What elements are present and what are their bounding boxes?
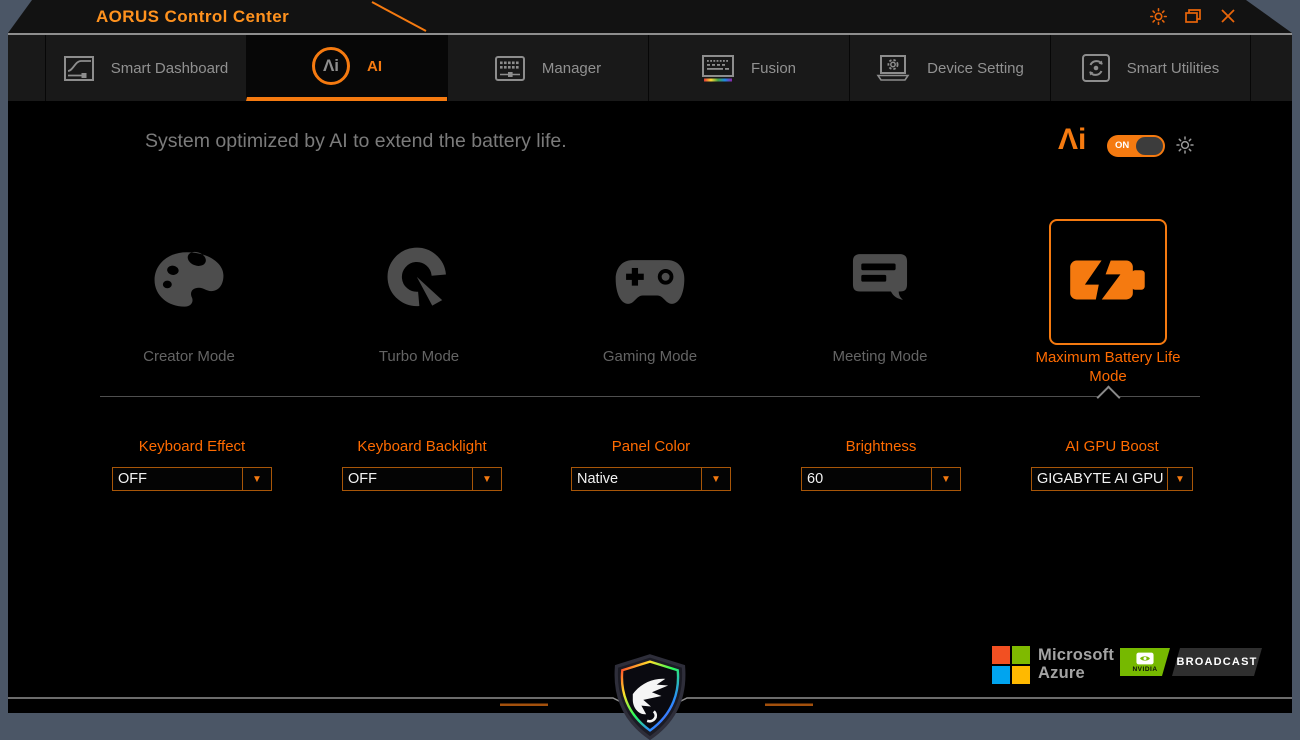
gaming-mode-icon[interactable] <box>608 256 692 313</box>
window-controls <box>1148 6 1238 26</box>
tab-label: Manager <box>541 59 602 77</box>
microsoft-azure-logo: Microsoft Azure <box>992 646 1114 684</box>
nvidia-logo: NVIDIA <box>1120 648 1170 676</box>
tab-device-setting[interactable]: Device Setting <box>849 35 1050 101</box>
ai-gpu-boost-dropdown[interactable]: GIGABYTE AI GPU ▼ <box>1031 467 1193 491</box>
ai-gpu-boost-label: AI GPU Boost <box>1065 438 1159 455</box>
maximum-battery-mode-button[interactable] <box>1049 219 1167 345</box>
tab-label: Device Setting <box>927 59 1024 77</box>
app-window: AORUS Control Center Smart Dashboard Λi … <box>0 0 1300 740</box>
maximum-battery-mode-label[interactable]: Maximum Battery Life Mode <box>1028 349 1188 387</box>
ai-tab-icon: Λi <box>312 47 350 85</box>
fusion-icon <box>701 54 734 82</box>
keyboard-backlight-label: Keyboard Backlight <box>357 438 487 455</box>
dropdown-value: 60 <box>807 471 824 487</box>
close-icon[interactable] <box>1218 6 1238 26</box>
manager-icon <box>494 55 525 81</box>
keyboard-effect-label: Keyboard Effect <box>138 438 246 455</box>
turbo-mode-icon[interactable] <box>384 246 454 315</box>
tab-fusion[interactable]: Fusion <box>648 35 849 101</box>
creator-mode-label[interactable]: Creator Mode <box>99 348 279 365</box>
dropdown-value: Native <box>577 471 619 487</box>
nvidia-eye-icon <box>1136 652 1154 665</box>
ai-logo: Λi <box>1058 123 1087 156</box>
brightness-icon[interactable] <box>1148 6 1168 26</box>
tab-manager[interactable]: Manager <box>447 35 648 101</box>
chevron-down-icon[interactable]: ▼ <box>701 468 730 490</box>
toggle-state-label: ON <box>1115 140 1130 151</box>
chevron-down-icon[interactable]: ▼ <box>1167 468 1192 490</box>
keyboard-backlight-dropdown[interactable]: OFF ▼ <box>342 467 502 491</box>
tab-ai[interactable]: Λi AI <box>246 35 447 101</box>
battery-bolt-icon <box>1068 253 1148 312</box>
dropdown-value: OFF <box>348 471 377 487</box>
tab-smart-utilities[interactable]: Smart Utilities <box>1050 35 1251 101</box>
nvidia-wordmark: NVIDIA <box>1132 665 1158 673</box>
chevron-down-icon[interactable]: ▼ <box>931 468 960 490</box>
tab-bar: Smart Dashboard Λi AI Manager Fusion Dev… <box>8 35 1292 101</box>
gaming-mode-label[interactable]: Gaming Mode <box>560 348 740 365</box>
tab-smart-dashboard[interactable]: Smart Dashboard <box>45 35 246 101</box>
creator-mode-icon[interactable] <box>151 250 227 315</box>
panel-color-dropdown[interactable]: Native ▼ <box>571 467 731 491</box>
chevron-down-icon[interactable]: ▼ <box>242 468 271 490</box>
microsoft-azure-wordmark: Microsoft Azure <box>1038 646 1115 683</box>
meeting-mode-label[interactable]: Meeting Mode <box>790 348 970 365</box>
title-bar: AORUS Control Center <box>8 0 1292 33</box>
dropdown-value: GIGABYTE AI GPU <box>1037 471 1164 487</box>
brightness-dropdown[interactable]: 60 ▼ <box>801 467 961 491</box>
turbo-mode-label[interactable]: Turbo Mode <box>329 348 509 365</box>
panel-color-label: Panel Color <box>611 438 691 455</box>
chevron-down-icon[interactable]: ▼ <box>472 468 501 490</box>
section-divider <box>100 396 1200 397</box>
tab-label: AI <box>367 57 382 75</box>
dropdown-value: OFF <box>118 471 147 487</box>
tab-label: Smart Dashboard <box>110 59 229 77</box>
device-setting-icon <box>876 54 910 82</box>
keyboard-effect-dropdown[interactable]: OFF ▼ <box>112 467 272 491</box>
tab-label: Fusion <box>750 59 797 77</box>
restore-window-icon[interactable] <box>1183 6 1203 26</box>
toggle-knob <box>1136 137 1163 155</box>
nvidia-broadcast-badge: NVIDIA BROADCAST <box>1120 648 1262 676</box>
window-title: AORUS Control Center <box>96 7 290 26</box>
ai-settings-gear-icon[interactable] <box>1176 136 1194 159</box>
brightness-label: Brightness <box>845 438 917 455</box>
microsoft-logo-icon <box>992 646 1030 684</box>
broadcast-label-plate: BROADCAST <box>1172 648 1262 676</box>
meeting-mode-icon[interactable] <box>849 252 911 309</box>
ai-description: System optimized by AI to extend the bat… <box>145 130 567 152</box>
smart-utilities-icon <box>1081 54 1110 82</box>
ai-toggle-switch[interactable]: ON <box>1107 135 1165 157</box>
aorus-shield-logo <box>614 654 686 740</box>
tab-label: Smart Utilities <box>1126 59 1220 77</box>
smart-dashboard-icon <box>63 55 94 81</box>
title-slash-decoration <box>368 0 430 33</box>
